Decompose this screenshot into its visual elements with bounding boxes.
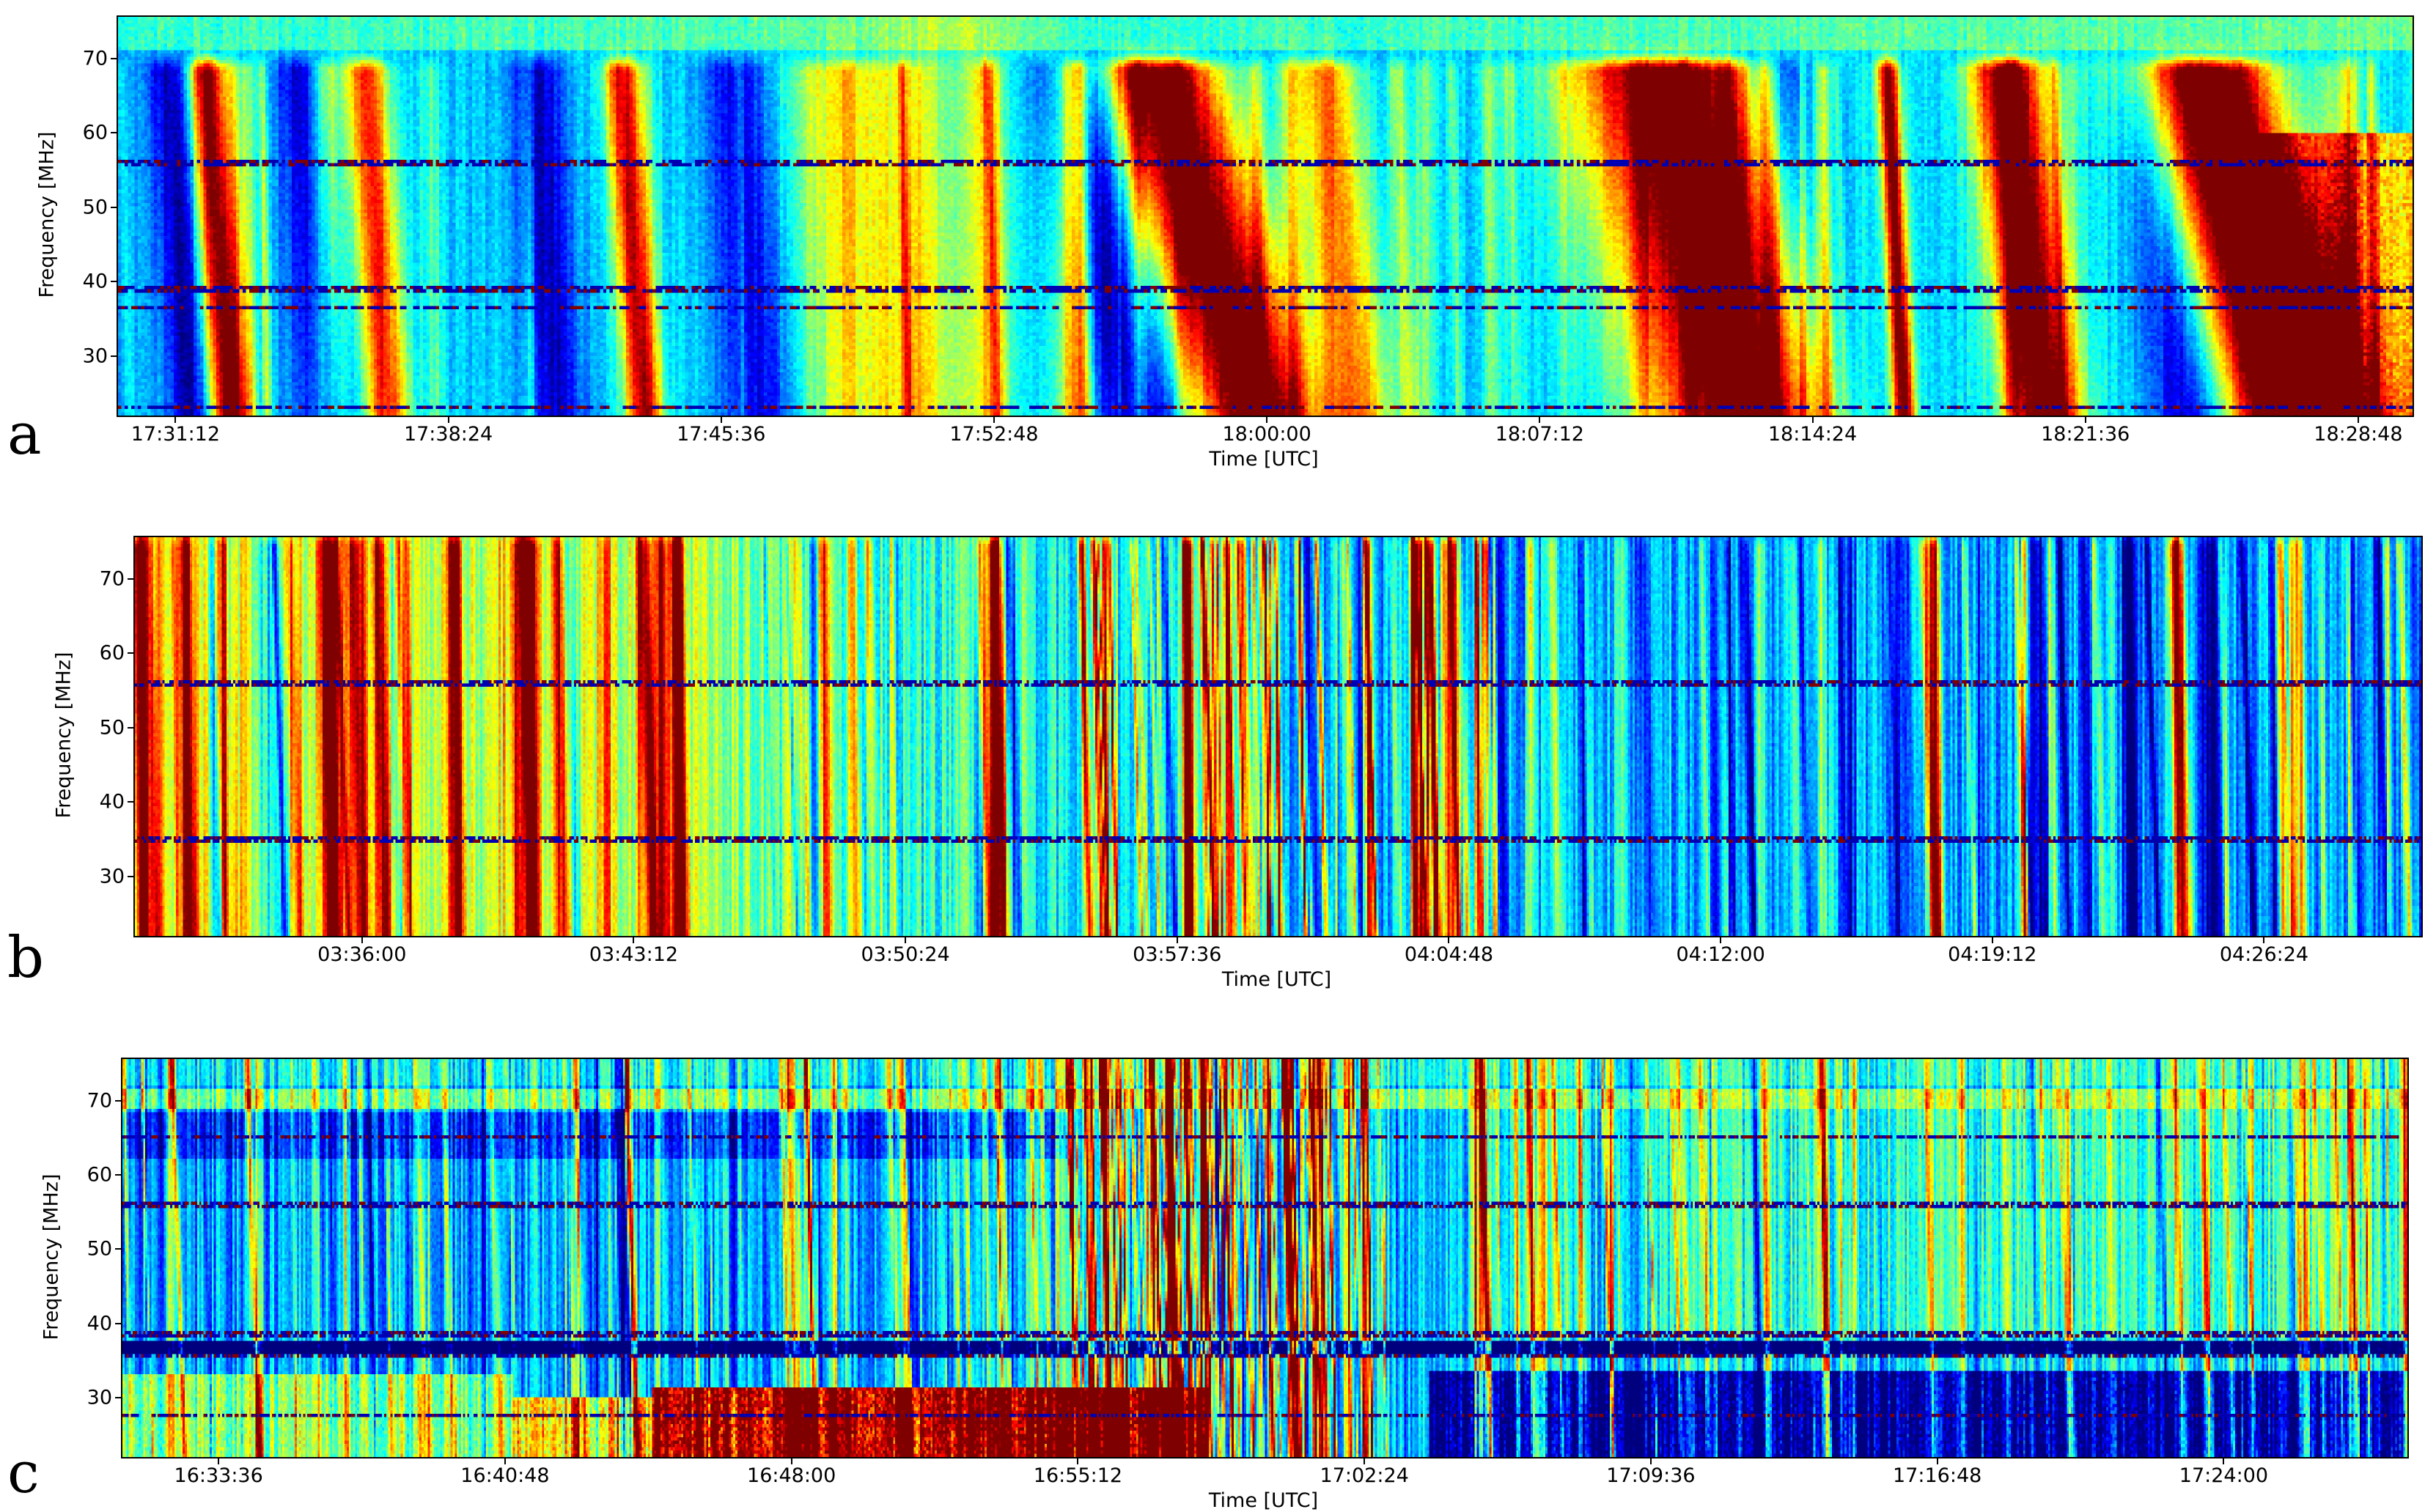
y-tick-label: 50 (82, 196, 108, 219)
y-tick-label: 30 (82, 344, 108, 368)
x-tick-label: 17:02:24 (1320, 1464, 1409, 1487)
x-tick-label: 17:45:36 (677, 423, 766, 446)
x-tick-label: 17:31:12 (130, 423, 221, 446)
x-tick-label: 18:28:48 (2314, 423, 2403, 446)
heatmap-canvas (122, 1059, 2407, 1457)
x-axis-label: Time [UTC] (1221, 968, 1332, 991)
x-tick-mark (1448, 937, 1450, 943)
x-tick-label: 17:16:48 (1893, 1464, 1982, 1487)
y-tick-mark (115, 1099, 121, 1102)
y-tick-label: 70 (82, 47, 108, 70)
x-tick-mark (174, 417, 177, 423)
x-tick-label: 18:07:12 (1495, 423, 1584, 446)
y-tick-mark (111, 57, 117, 59)
y-tick-mark (128, 875, 133, 877)
y-tick-mark (111, 132, 117, 134)
x-tick-label: 17:52:48 (949, 423, 1039, 446)
panel-letter: b (7, 925, 44, 991)
y-tick-label: 50 (99, 716, 125, 740)
y-tick-label: 40 (82, 270, 108, 293)
x-tick-mark (1176, 937, 1178, 943)
y-tick-mark (128, 578, 133, 580)
x-tick-label: 03:50:24 (861, 943, 950, 966)
x-axis-label: Time [UTC] (1209, 448, 1319, 471)
x-tick-mark (361, 937, 363, 943)
y-tick-mark (111, 355, 117, 357)
x-tick-label: 03:57:36 (1133, 943, 1222, 966)
y-tick-mark (115, 1248, 121, 1250)
x-tick-mark (218, 1458, 220, 1464)
y-tick-label: 60 (99, 641, 125, 665)
y-tick-label: 40 (99, 790, 125, 814)
x-tick-mark (1649, 1458, 1652, 1464)
panel-letter: c (7, 1440, 40, 1506)
x-tick-label: 16:40:48 (460, 1464, 550, 1487)
x-tick-mark (1266, 417, 1268, 423)
x-tick-mark (1991, 937, 1993, 943)
x-tick-mark (504, 1458, 506, 1464)
plot-area (117, 15, 2414, 417)
heatmap-canvas (135, 537, 2421, 936)
x-tick-label: 16:33:36 (174, 1464, 263, 1487)
x-tick-mark (1364, 1458, 1366, 1464)
y-tick-label: 40 (87, 1312, 112, 1335)
x-tick-mark (2084, 417, 2086, 423)
x-tick-mark (447, 417, 449, 423)
x-axis-label: Time [UTC] (1208, 1489, 1319, 1512)
x-tick-label: 16:48:00 (747, 1464, 836, 1487)
x-tick-label: 04:19:12 (1948, 943, 2037, 966)
y-tick-label: 30 (87, 1386, 112, 1409)
x-tick-label: 03:36:00 (317, 943, 407, 966)
y-axis-label: Frequency [MHz] (35, 131, 59, 298)
x-tick-mark (790, 1458, 792, 1464)
x-tick-label: 18:00:00 (1222, 423, 1311, 446)
panel-letter: a (7, 402, 42, 468)
y-tick-mark (115, 1174, 121, 1176)
x-tick-mark (1539, 417, 1541, 423)
y-tick-label: 50 (87, 1237, 112, 1261)
y-tick-label: 60 (82, 121, 108, 144)
x-tick-label: 18:14:24 (1767, 423, 1858, 446)
x-tick-label: 17:09:36 (1606, 1464, 1696, 1487)
x-tick-label: 18:21:36 (2041, 423, 2130, 446)
x-tick-label: 16:55:12 (1033, 1464, 1123, 1487)
plot-area (133, 536, 2423, 937)
x-tick-label: 04:26:24 (2219, 943, 2309, 966)
x-tick-label: 17:24:00 (2179, 1464, 2269, 1487)
x-tick-mark (1720, 937, 1722, 943)
x-tick-mark (993, 417, 995, 423)
x-tick-mark (2357, 417, 2359, 423)
x-tick-label: 17:38:24 (403, 423, 493, 446)
y-tick-mark (128, 801, 133, 803)
x-tick-mark (1811, 417, 1814, 423)
x-tick-mark (633, 937, 635, 943)
x-tick-mark (1936, 1458, 1938, 1464)
y-tick-mark (111, 281, 117, 283)
y-tick-label: 30 (99, 865, 125, 888)
y-axis-label: Frequency [MHz] (40, 1173, 63, 1340)
y-tick-mark (115, 1396, 121, 1398)
y-tick-mark (115, 1322, 121, 1324)
y-axis-label: Frequency [MHz] (52, 652, 76, 819)
x-tick-label: 03:43:12 (589, 943, 679, 966)
x-tick-mark (905, 937, 907, 943)
y-tick-mark (128, 726, 133, 729)
y-tick-mark (128, 652, 133, 654)
plot-area (121, 1058, 2409, 1458)
x-tick-mark (1077, 1458, 1079, 1464)
x-tick-mark (2263, 937, 2265, 943)
heatmap-canvas (118, 17, 2413, 416)
y-tick-label: 70 (99, 567, 125, 591)
y-tick-mark (111, 206, 117, 208)
x-tick-label: 04:04:48 (1404, 943, 1494, 966)
x-tick-label: 04:12:00 (1676, 943, 1765, 966)
y-tick-label: 70 (87, 1089, 112, 1113)
y-tick-label: 60 (87, 1163, 112, 1187)
x-tick-mark (720, 417, 722, 423)
x-tick-mark (2223, 1458, 2225, 1464)
